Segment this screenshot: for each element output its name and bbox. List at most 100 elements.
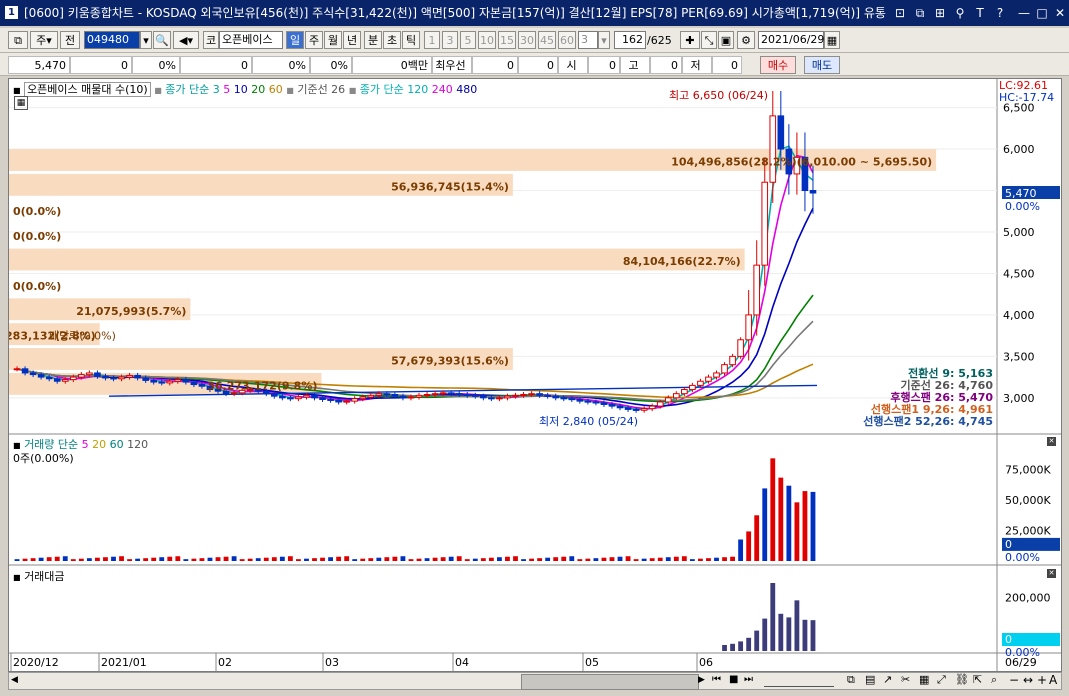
period-day[interactable]: 일 (286, 31, 304, 49)
sell-button[interactable]: 매도 (804, 56, 840, 74)
restore-icon[interactable]: ⧉ (912, 5, 928, 21)
legend-vol-120[interactable]: 120 (127, 438, 148, 451)
panel-close-icon[interactable]: ✕ (1047, 437, 1056, 446)
crosshair-icon[interactable]: ✚ (680, 31, 700, 49)
zoom-in-button[interactable]: + (1037, 673, 1047, 687)
tick-input[interactable]: 3 (578, 31, 598, 49)
layout-icon[interactable]: ⊡ (892, 5, 908, 21)
grid-toggle-icon[interactable]: ▦ (14, 96, 28, 110)
candle-body (174, 379, 182, 382)
period-minute[interactable]: 분 (364, 31, 382, 49)
volume-bar (609, 557, 615, 561)
legend-ma-240[interactable]: 240 (432, 83, 453, 96)
market-label[interactable]: 코 (203, 31, 219, 49)
stock-name-field[interactable]: 오픈베이스 (219, 31, 283, 49)
legend-ma-20[interactable]: 20 (251, 83, 265, 96)
last-icon[interactable]: ⏭ (744, 674, 753, 685)
candle-body (761, 181, 769, 266)
search-icon[interactable]: 🔍 (153, 31, 171, 49)
font-icon[interactable]: T (972, 5, 988, 21)
chart-area[interactable]: 6,5006,0005,5005,0004,5004,0003,5003,000… (8, 78, 1062, 672)
save-icon[interactable]: ▣ (718, 31, 734, 49)
buy-button[interactable]: 매수 (760, 56, 796, 74)
zoom-out-button[interactable]: − (1009, 673, 1019, 687)
expand-icon[interactable]: ⤢ (937, 673, 946, 687)
table-icon[interactable]: ▦ (919, 673, 929, 686)
low-label: 저 (682, 56, 712, 74)
y-tick-label: 4,500 (1003, 267, 1035, 280)
chart-icon[interactable]: ▤ (865, 673, 875, 686)
legend-ma-long[interactable]: 종가 단순 120 (360, 83, 428, 96)
scroll-thumb[interactable] (521, 674, 699, 690)
scroll-right-icon[interactable]: ▶ (698, 675, 705, 685)
minute-10[interactable]: 10 (478, 31, 496, 49)
settings-icon[interactable]: ⚙ (737, 31, 755, 49)
calendar-icon[interactable]: ▦ (824, 31, 840, 49)
y-tick-label: 3,000 (1003, 392, 1035, 405)
legend-vol-5[interactable]: 5 (82, 438, 89, 451)
candle-body (126, 374, 133, 378)
compare-icon[interactable]: ⧉ (847, 673, 855, 687)
auto-button[interactable]: A (1049, 673, 1057, 687)
legend-ma-480[interactable]: 480 (456, 83, 477, 96)
chart-type-icon[interactable]: ⧉ (8, 31, 28, 49)
volume-bar (400, 556, 406, 561)
legend-amount[interactable]: 거래대금 (24, 570, 64, 583)
tick-dropdown-icon[interactable]: ▾ (598, 31, 610, 49)
help-icon[interactable]: ? (992, 5, 1008, 21)
chart-canvas[interactable]: 6,5006,0005,5005,0004,5004,0003,5003,000… (9, 79, 1061, 671)
minute-5[interactable]: 5 (460, 31, 476, 49)
delete-icon[interactable]: ✂ (901, 673, 910, 686)
legend-vol-60[interactable]: 60 (110, 438, 124, 451)
legend-ma-5[interactable]: 5 (223, 83, 230, 96)
best-ask-cell: 0 (472, 56, 518, 74)
tile-icon[interactable]: ⊞ (932, 5, 948, 21)
volume-bar (328, 557, 333, 561)
first-icon[interactable]: ⏮ (712, 674, 721, 685)
minute-30[interactable]: 30 (518, 31, 536, 49)
minute-3[interactable]: 3 (442, 31, 458, 49)
zoom-slider[interactable] (764, 674, 834, 687)
export-icon[interactable]: ⇱ (973, 673, 982, 686)
magnify-icon[interactable]: ⌕ (991, 673, 997, 687)
legend-base-line[interactable]: 기준선 26 (297, 83, 345, 96)
change-pct-cell: 0% (132, 56, 180, 74)
volume-bar (786, 485, 792, 561)
minute-15[interactable]: 15 (498, 31, 516, 49)
sound-icon[interactable]: ◀▾ (173, 31, 199, 49)
close-button[interactable]: ✕ (1052, 5, 1068, 21)
legend-stock[interactable]: 오픈베이스 매물대 수(10) (24, 82, 151, 97)
legend-marker-icon: ■ (13, 573, 21, 582)
count-input[interactable]: 162 (614, 31, 646, 49)
legend-ma-60[interactable]: 60 (269, 83, 283, 96)
prev-button[interactable]: 전 (60, 31, 80, 49)
period-year[interactable]: 년 (343, 31, 361, 49)
period-month[interactable]: 월 (324, 31, 342, 49)
stop-icon[interactable]: ■ (729, 674, 738, 685)
legend-ma-short[interactable]: 종가 단순 3 (165, 83, 219, 96)
minimize-button[interactable]: — (1016, 5, 1032, 21)
date-input[interactable]: 2021/06/29 (758, 31, 824, 49)
candle-body (584, 400, 592, 403)
minute-60[interactable]: 60 (558, 31, 576, 49)
period-tick[interactable]: 틱 (402, 31, 420, 49)
minute-45[interactable]: 45 (538, 31, 556, 49)
maximize-button[interactable]: □ (1034, 5, 1050, 21)
draw-icon[interactable]: ↗ (883, 673, 892, 686)
pin-icon[interactable]: ⚲ (952, 5, 968, 21)
code-input[interactable]: 049480 (84, 31, 140, 49)
legend-ma-10[interactable]: 10 (234, 83, 248, 96)
chart-scrollbar[interactable]: ◀ ▶ ⏮ ■ ⏭ ⧉ ▤ ↗ ✂ ▦ ⤢ ⛓ ⇱ ⌕ − ↔ + A (8, 672, 1062, 690)
legend-marker-icon: ■ (348, 86, 357, 95)
legend-vol-20[interactable]: 20 (92, 438, 106, 451)
link-icon[interactable]: ⛓ (955, 673, 969, 686)
code-dropdown-icon[interactable]: ▾ (140, 31, 152, 49)
panel-close-icon[interactable]: ✕ (1047, 569, 1056, 578)
minute-1[interactable]: 1 (424, 31, 440, 49)
line-tool-icon[interactable]: ⤡ (701, 31, 717, 49)
scroll-left-icon[interactable]: ◀ (11, 675, 18, 685)
period-week[interactable]: 주 (305, 31, 323, 49)
period-select[interactable]: 주▾ (30, 31, 58, 49)
fit-button[interactable]: ↔ (1023, 673, 1033, 687)
period-second[interactable]: 초 (383, 31, 401, 49)
